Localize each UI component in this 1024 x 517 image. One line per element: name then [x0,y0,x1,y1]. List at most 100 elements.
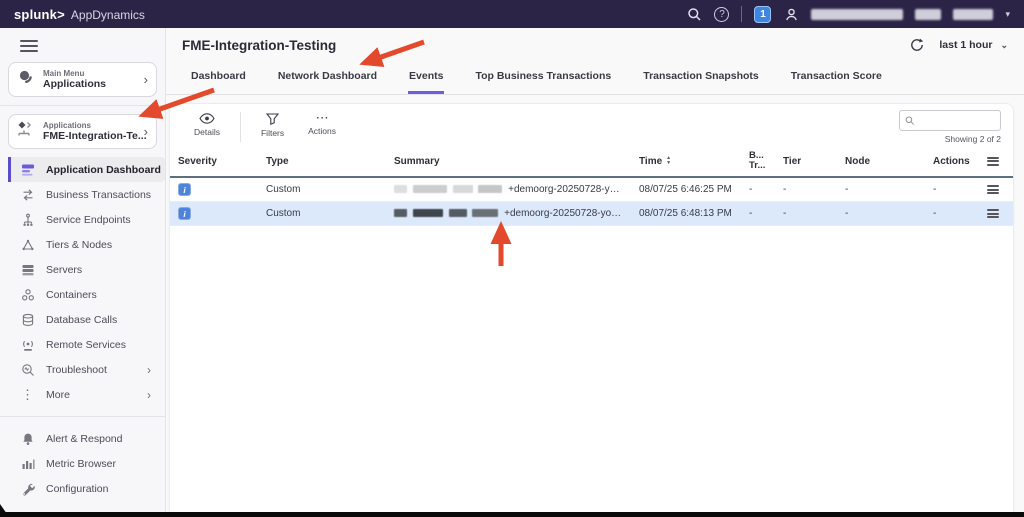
tab-top-business-transactions[interactable]: Top Business Transactions [474,62,612,94]
events-search-input[interactable] [918,115,995,126]
redacted-text [478,185,502,193]
refresh-icon[interactable] [909,37,925,53]
sidebar-item-label: Service Endpoints [46,214,131,226]
actions-label: Actions [308,126,336,136]
chevron-right-icon: › [147,388,151,402]
application-card-label: Applications [43,121,136,130]
time-range-label: last 1 hour [939,39,992,51]
col-header-summary[interactable]: Summary [386,146,631,177]
application-selector-card[interactable]: Applications FME-Integration-Te... › [8,114,157,149]
sidebar-item-label: Servers [46,264,82,276]
time-range-selector[interactable]: last 1 hour ⌄ [939,39,1008,51]
row-menu-icon[interactable] [987,185,999,194]
eye-icon [199,113,215,124]
topbar-right: ? 1 ▾ [686,6,1010,23]
sidebar-divider [0,416,165,417]
tab-transaction-snapshots[interactable]: Transaction Snapshots [642,62,760,94]
notification-badge[interactable]: 1 [754,6,771,23]
screen-edge-bar [0,512,1024,517]
node-cell: - [837,177,925,202]
tab-network-dashboard[interactable]: Network Dashboard [277,62,378,94]
database-icon [20,313,35,327]
table-row[interactable]: i Custom +demoorg-20250728-yohcx created… [170,202,1013,226]
sidebar-item-tiers-nodes[interactable]: Tiers & Nodes [8,232,165,257]
columns-menu-icon[interactable] [987,157,999,166]
details-label: Details [194,127,220,137]
events-search-box[interactable] [899,110,1001,131]
sidebar-item-label: Business Transactions [46,189,151,201]
table-header-row: Severity Type Summary Time ▲▼ [170,146,1013,177]
table-row[interactable]: i Custom +demoorg-20250728-yohcx created… [170,177,1013,202]
col-header-actions[interactable]: Actions [925,146,979,177]
main-content: FME-Integration-Testing last 1 hour ⌄ Da… [166,28,1024,517]
events-toolbar: Details Filters ⋯ Actions Showing 2 of [170,104,1013,146]
actions-button[interactable]: ⋯ Actions [296,110,348,139]
appdynamics-logo-text: AppDynamics [71,8,145,22]
search-icon [905,115,914,126]
cursor-artifact [0,504,7,514]
severity-cell: i [170,202,258,226]
summary-cell[interactable]: +demoorg-20250728-yohcx created feature … [386,177,631,202]
info-severity-icon: i [178,183,191,196]
sidebar-item-troubleshoot[interactable]: Troubleshoot › [8,357,165,382]
sidebar-item-containers[interactable]: Containers [8,282,165,307]
sidebar-item-more[interactable]: ⋮ More › [8,382,165,407]
main-menu-card-label: Main Menu [43,69,136,78]
chevron-down-icon: ⌄ [1000,40,1008,51]
col-header-tier[interactable]: Tier [775,146,837,177]
row-menu-icon[interactable] [987,209,999,218]
sidebar-divider [0,105,165,106]
actions-cell: - [925,202,979,226]
more-icon: ⋮ [20,390,35,400]
sidebar-item-label: Alert & Respond [46,433,122,445]
sidebar-item-service-endpoints[interactable]: Service Endpoints [8,207,165,232]
col-header-node[interactable]: Node [837,146,925,177]
sidebar-item-database-calls[interactable]: Database Calls [8,307,165,332]
main-menu-icon [17,68,35,91]
main-header: FME-Integration-Testing last 1 hour ⌄ [166,28,1024,62]
showing-count: Showing 2 of 2 [945,134,1001,144]
info-severity-icon: i [178,207,191,220]
chevron-right-icon: › [144,72,148,87]
node-cell: - [837,202,925,226]
type-cell: Custom [258,177,386,202]
col-header-severity[interactable]: Severity [170,146,258,177]
sidebar-item-label: Application Dashboard [46,164,161,176]
hamburger-menu-icon[interactable] [20,40,38,52]
tab-transaction-score[interactable]: Transaction Score [790,62,883,94]
help-icon[interactable]: ? [714,7,729,22]
col-header-business-transaction[interactable]: B... Tr... [741,146,775,177]
sidebar: Main Menu Applications › Applications FM… [0,28,166,517]
sidebar-item-application-dashboard[interactable]: Application Dashboard [8,157,165,182]
bt-header-line2: Tr... [749,161,767,171]
sidebar-item-alert-respond[interactable]: Alert & Respond [8,426,165,451]
col-header-time[interactable]: Time ▲▼ [631,146,741,177]
filters-button[interactable]: Filters [249,110,296,141]
wrench-icon [20,482,35,496]
tiers-nodes-icon [20,238,35,252]
sidebar-item-configuration[interactable]: Configuration [8,476,165,501]
toolbar-divider [240,112,241,142]
sort-icon: ▲▼ [666,156,671,166]
search-icon[interactable] [686,6,702,22]
sidebar-item-remote-services[interactable]: Remote Services [8,332,165,357]
time-cell: 08/07/25 6:46:25 PM [631,177,741,202]
sidebar-item-business-transactions[interactable]: Business Transactions [8,182,165,207]
summary-cell[interactable]: +demoorg-20250728-yohcx created feature … [386,202,631,226]
transactions-icon [20,188,35,202]
user-menu-caret-icon[interactable]: ▾ [1005,9,1010,20]
details-button[interactable]: Details [182,110,232,140]
redacted-text [413,209,443,217]
sidebar-item-servers[interactable]: Servers [8,257,165,282]
metric-browser-icon [20,457,35,471]
col-header-columns-menu[interactable] [979,146,1013,177]
chevron-right-icon: › [144,124,148,139]
tab-dashboard[interactable]: Dashboard [190,62,247,94]
tab-events[interactable]: Events [408,62,444,94]
summary-text: +demoorg-20250728-yohcx created feature … [504,208,631,219]
main-menu-card[interactable]: Main Menu Applications › [8,62,157,97]
sidebar-item-label: Containers [46,289,97,301]
user-icon[interactable] [783,6,799,22]
sidebar-item-metric-browser[interactable]: Metric Browser [8,451,165,476]
col-header-type[interactable]: Type [258,146,386,177]
